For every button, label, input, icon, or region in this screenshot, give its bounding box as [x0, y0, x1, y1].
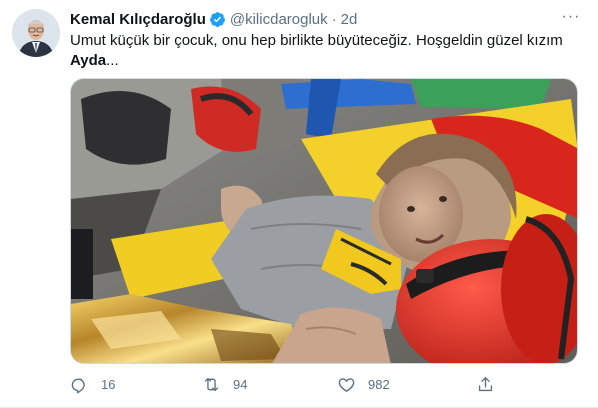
author-avatar[interactable]	[12, 9, 60, 57]
tweet-timestamp[interactable]: 2d	[341, 11, 358, 28]
like-count: 982	[368, 376, 390, 392]
retweet-button[interactable]: 94	[202, 372, 247, 396]
tweet-header: Kemal Kılıçdaroğlu @kilicdarogluk · 2d	[70, 9, 357, 29]
heart-icon	[338, 377, 355, 392]
retweet-count: 94	[233, 376, 248, 392]
like-button[interactable]: 982	[337, 372, 390, 396]
tweet-photo[interactable]	[70, 78, 578, 364]
share-icon	[478, 376, 493, 391]
tweet-actions: 16 94 982	[70, 372, 530, 396]
tweet-text-bold-name: Ayda	[70, 52, 107, 69]
more-options-icon[interactable]: ···	[559, 7, 583, 27]
retweet-icon	[204, 377, 219, 391]
reply-button[interactable]: 16	[70, 372, 115, 396]
tweet[interactable]: Kemal Kılıçdaroğlu @kilicdarogluk · 2d ·…	[0, 0, 598, 408]
tweet-text-main: Umut küçük bir çocuk, onu hep birlikte b…	[70, 32, 563, 49]
reply-icon	[71, 378, 85, 393]
author-name[interactable]: Kemal Kılıçdaroğlu	[70, 11, 206, 28]
verified-badge-icon	[209, 11, 226, 28]
tweet-text-tail: ...	[106, 52, 119, 69]
share-button[interactable]	[476, 372, 495, 396]
author-handle[interactable]: @kilicdarogluk	[230, 11, 328, 28]
separator-dot: ·	[331, 10, 337, 28]
reply-count: 16	[101, 376, 116, 392]
tweet-text: Umut küçük bir çocuk, onu hep birlikte b…	[70, 31, 580, 71]
